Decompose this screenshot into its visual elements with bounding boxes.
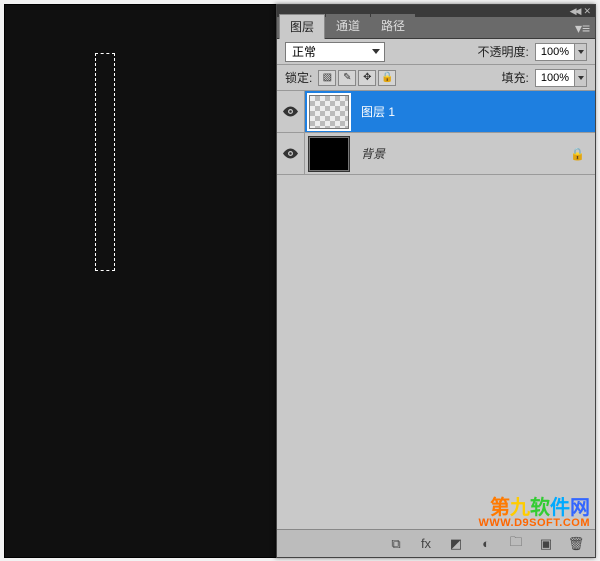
layer-thumbnail[interactable] xyxy=(309,95,349,129)
panel-tabs: 图层 通道 路径 ▾≡ xyxy=(277,17,595,39)
panel-bottom-toolbar: ⧉ fx ◩ ◐ 🗀 ▣ 🗑 xyxy=(277,529,595,557)
delete-layer-button[interactable]: 🗑 xyxy=(565,534,587,554)
dropdown-arrow-icon xyxy=(372,49,380,54)
layer-row[interactable]: 图层 1 xyxy=(277,91,595,133)
blend-mode-select[interactable]: 正常 xyxy=(285,42,385,62)
opacity-slider-icon[interactable] xyxy=(574,44,586,60)
layer-thumbnail[interactable] xyxy=(309,137,349,171)
panel-menu-icon[interactable]: ▾≡ xyxy=(575,20,591,34)
layer-row[interactable]: 背景 🔒 xyxy=(277,133,595,175)
layers-panel: ◀◀ ✕ 图层 通道 路径 ▾≡ 正常 不透明度: 100% 锁定: ▧ ✎ ✥… xyxy=(276,4,596,558)
lock-indicator-icon: 🔒 xyxy=(570,147,585,161)
tab-paths[interactable]: 路径 xyxy=(371,14,415,38)
blend-opacity-row: 正常 不透明度: 100% xyxy=(277,39,595,65)
link-layers-button[interactable]: ⧉ xyxy=(385,534,407,554)
lock-transparent-icon[interactable]: ▧ xyxy=(318,70,336,86)
lock-fill-row: 锁定: ▧ ✎ ✥ 🔒 填充: 100% xyxy=(277,65,595,91)
lock-image-icon[interactable]: ✎ xyxy=(338,70,356,86)
opacity-value: 100% xyxy=(536,46,574,58)
eye-icon xyxy=(283,148,298,159)
eye-icon xyxy=(283,106,298,117)
visibility-toggle[interactable] xyxy=(277,133,305,174)
new-layer-button[interactable]: ▣ xyxy=(535,534,557,554)
lock-all-icon[interactable]: 🔒 xyxy=(378,70,396,86)
lock-buttons: ▧ ✎ ✥ 🔒 xyxy=(318,70,396,86)
layer-name[interactable]: 背景 xyxy=(361,145,385,162)
lock-label: 锁定: xyxy=(285,69,312,86)
opacity-label: 不透明度: xyxy=(478,43,529,60)
new-group-button[interactable]: 🗀 xyxy=(505,534,527,554)
layer-fx-button[interactable]: fx xyxy=(415,534,437,554)
fill-label: 填充: xyxy=(502,69,529,86)
collapse-button[interactable]: ◀◀ xyxy=(570,6,580,17)
blend-mode-value: 正常 xyxy=(292,43,316,60)
adjustment-layer-button[interactable]: ◐ xyxy=(475,534,497,554)
tab-channels[interactable]: 通道 xyxy=(326,14,370,38)
add-mask-button[interactable]: ◩ xyxy=(445,534,467,554)
opacity-input[interactable]: 100% xyxy=(535,43,587,61)
layer-list[interactable]: 图层 1 背景 🔒 xyxy=(277,91,595,529)
tab-layers[interactable]: 图层 xyxy=(279,14,325,39)
fill-input[interactable]: 100% xyxy=(535,69,587,87)
layer-name[interactable]: 图层 1 xyxy=(361,103,395,120)
lock-position-icon[interactable]: ✥ xyxy=(358,70,376,86)
close-button[interactable]: ✕ xyxy=(583,6,589,17)
fill-slider-icon[interactable] xyxy=(574,70,586,86)
visibility-toggle[interactable] xyxy=(277,91,305,132)
fill-value: 100% xyxy=(536,72,574,84)
selection-marquee xyxy=(95,53,115,271)
